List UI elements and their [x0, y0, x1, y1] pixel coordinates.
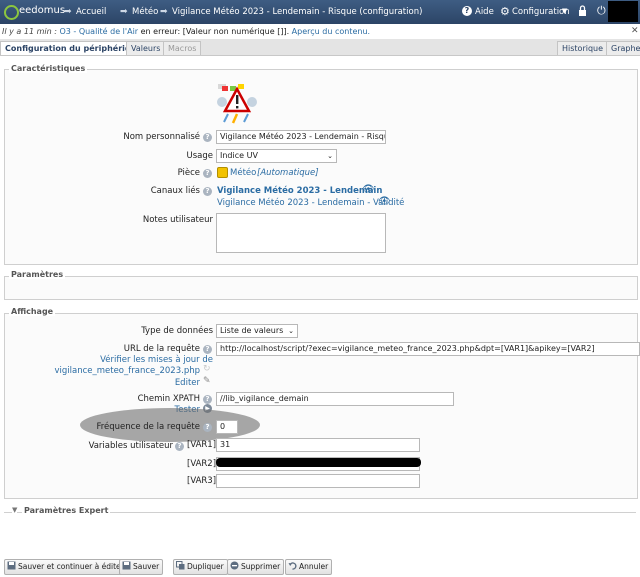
piece-label: Pièce	[177, 168, 200, 178]
save-continue-button[interactable]: Sauver et continuer à éditer	[4, 559, 128, 575]
tab-macros[interactable]: Macros	[163, 41, 202, 55]
avatar[interactable]	[608, 1, 638, 22]
help-icon[interactable]: ?	[203, 133, 212, 142]
notes-textarea[interactable]	[216, 213, 386, 253]
section-legend: Affichage	[9, 307, 56, 316]
type-label: Type de données	[141, 326, 213, 336]
affichage-section	[4, 313, 638, 499]
notification-message: en erreur: [Valeur non numérique []].	[140, 27, 290, 36]
tab-historique[interactable]: Historique	[557, 41, 609, 55]
chevron-down-icon: ⌄	[327, 152, 333, 160]
type-select[interactable]: Liste de valeurs ⌄	[216, 324, 298, 338]
app-logo-text[interactable]: eedomus	[19, 5, 65, 16]
configuration-menu[interactable]: Configuration	[512, 7, 570, 17]
usage-select[interactable]: Indice UV ⌄	[216, 149, 337, 163]
eye-icon[interactable]: 👁	[362, 184, 375, 195]
arrow-right-icon: ➡	[120, 7, 128, 17]
minus-circle-icon	[230, 561, 239, 570]
tab-bar: Configuration du périphérique Valeurs Ma…	[0, 39, 640, 56]
expert-legend[interactable]: Paramètres Expert	[22, 506, 111, 515]
lock-icon[interactable]	[578, 5, 587, 16]
var2-label: [VAR2]	[187, 459, 217, 469]
verifier-file-link[interactable]: vigilance_meteo_france_2023.php	[54, 366, 200, 376]
help-link[interactable]: Aide	[475, 7, 494, 17]
help-icon[interactable]: ?	[175, 442, 184, 451]
room-weather-icon	[217, 167, 228, 178]
refresh-icon[interactable]: ↻	[203, 364, 211, 374]
frequence-input[interactable]: 0	[216, 420, 238, 434]
notification-time: Il y a 11 min :	[2, 27, 57, 36]
tab-valeurs[interactable]: Valeurs	[126, 41, 166, 55]
var1-input[interactable]: 31	[216, 438, 420, 452]
piece-auto: [Automatique]	[257, 168, 319, 178]
arrow-right-icon: ➡	[160, 7, 168, 17]
canal-link-2[interactable]: Vigilance Météo 2023 - Lendemain - Valid…	[217, 198, 404, 208]
url-label: URL de la requête	[123, 344, 200, 354]
var3-label: [VAR3]	[187, 476, 217, 486]
top-bar: eedomus ➡ Accueil ➡ Météo ➡ Vigilance Mé…	[0, 0, 640, 24]
usage-label: Usage	[186, 151, 213, 161]
notes-label: Notes utilisateur	[142, 215, 213, 225]
help-icon[interactable]: ?	[462, 6, 472, 16]
xpath-label: Chemin XPATH	[137, 394, 200, 404]
section-legend: Caractéristiques	[9, 64, 88, 73]
notification-preview-link[interactable]: Aperçu du contenu.	[292, 27, 370, 36]
url-input[interactable]: http://localhost/script/?exec=vigilance_…	[216, 342, 640, 356]
canal-link-1[interactable]: Vigilance Météo 2023 - Lendemain	[217, 186, 382, 196]
verifier-link[interactable]: Vérifier les mises à jour de	[100, 355, 213, 365]
piece-link[interactable]: Météo	[230, 168, 256, 178]
tab-graphe[interactable]: Graphe	[606, 41, 640, 55]
power-icon[interactable]: ⏻	[597, 4, 606, 18]
xpath-input[interactable]: //lib_vigilance_demain	[216, 392, 454, 406]
nom-label: Nom personnalisé	[123, 132, 200, 142]
editer-link[interactable]: Editer	[175, 378, 200, 388]
eye-icon[interactable]: 👁	[378, 196, 391, 207]
cancel-button[interactable]: Annuler	[285, 559, 333, 575]
duplicate-button[interactable]: Dupliquer	[173, 559, 228, 575]
help-icon[interactable]: ?	[203, 395, 212, 404]
arrow-right-icon: ➡	[64, 7, 72, 17]
caret-down-icon[interactable]: ▼	[12, 506, 18, 514]
parametres-section	[4, 276, 638, 300]
chevron-down-icon: ⌄	[288, 327, 294, 335]
save-icon	[122, 561, 131, 570]
delete-button[interactable]: Supprimer	[227, 559, 285, 575]
help-icon[interactable]: ?	[203, 423, 212, 432]
tab-configuration[interactable]: Configuration du périphérique	[0, 41, 147, 55]
help-icon[interactable]: ?	[203, 187, 212, 196]
breadcrumb-home[interactable]: Accueil	[76, 7, 106, 17]
caret-down-icon[interactable]: ▼	[562, 7, 567, 15]
redaction-bar	[216, 458, 421, 467]
notification-bar: Il y a 11 min : O3 - Qualité de l'Air en…	[0, 24, 640, 40]
var1-label: [VAR1]	[187, 440, 217, 450]
undo-icon	[288, 561, 297, 570]
save-icon	[7, 561, 16, 570]
pencil-icon[interactable]: ✎	[203, 376, 211, 386]
help-icon[interactable]: ?	[203, 169, 212, 178]
section-legend: Paramètres	[9, 270, 66, 279]
frequence-label: Fréquence de la requête	[96, 422, 200, 432]
gear-icon[interactable]: ⚙	[500, 5, 510, 18]
save-button[interactable]: Sauver	[119, 559, 164, 575]
nom-input[interactable]: Vigilance Météo 2023 - Lendemain - Risqu…	[216, 130, 386, 144]
variables-label: Variables utilisateur	[88, 441, 173, 451]
breadcrumb-current: Vigilance Météo 2023 - Lendemain - Risqu…	[172, 7, 423, 17]
breadcrumb-meteo[interactable]: Météo	[132, 7, 158, 17]
var3-input[interactable]	[216, 474, 420, 488]
help-icon[interactable]: ?	[203, 345, 212, 354]
duplicate-icon	[176, 561, 185, 570]
notification-device-link[interactable]: O3 - Qualité de l'Air	[59, 27, 138, 36]
eedomus-logo-icon[interactable]	[4, 5, 19, 20]
close-icon[interactable]: ✕	[631, 24, 639, 39]
canaux-label: Canaux liés	[150, 186, 200, 196]
device-icon	[216, 80, 260, 124]
